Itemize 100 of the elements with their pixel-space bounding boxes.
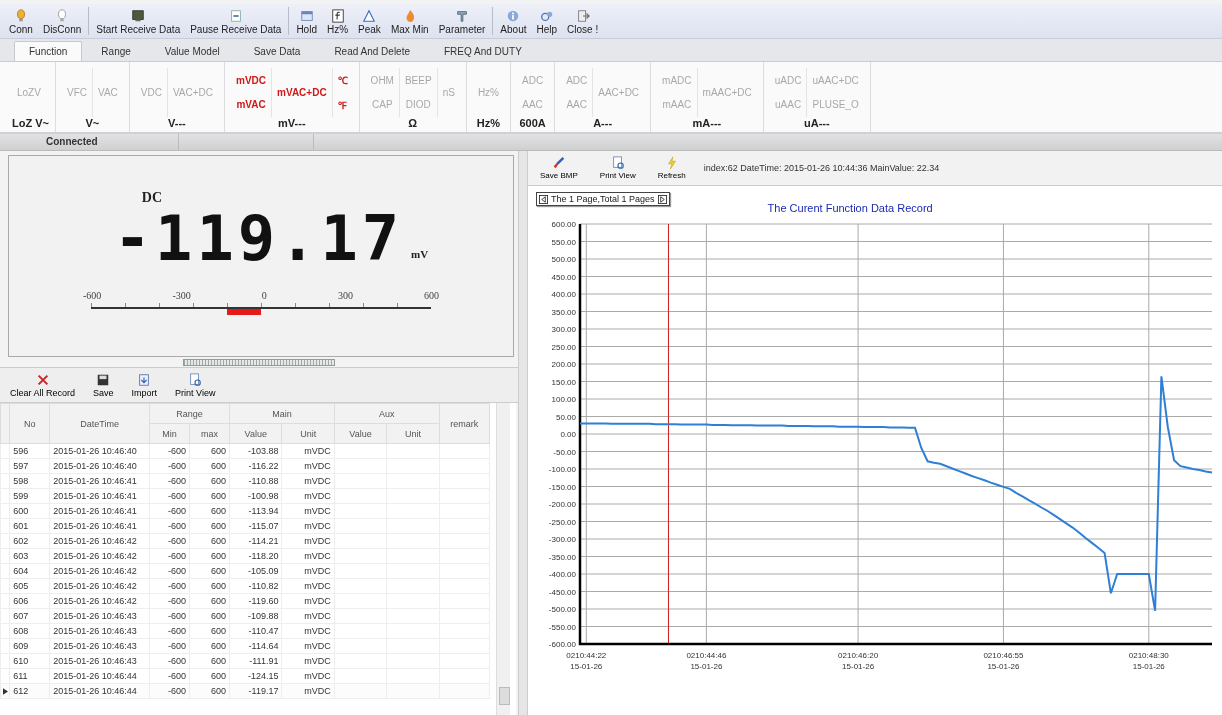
table-cell: 2015-01-26 10:46:43 [49,653,150,669]
column-header: Aux [334,403,440,424]
table-row[interactable]: 603 2015-01-26 10:46:42 -600 600 -118.20 mVDC [0,548,490,564]
table-cell: 605 [9,578,50,594]
table-row[interactable]: 609 2015-01-26 10:46:43 -600 600 -114.64 mVDC [0,638,490,654]
splitter-bar[interactable] [518,151,528,715]
table-row[interactable]: 611 2015-01-26 10:46:44 -600 600 -124.15 mVDC [0,668,490,684]
table-row[interactable]: 608 2015-01-26 10:46:43 -600 600 -110.47 mVDC [0,623,490,639]
table-row[interactable]: 597 2015-01-26 10:46:40 -600 600 -116.22 mVDC [0,458,490,474]
ribbon-tab[interactable]: Value Model [149,41,235,61]
toolbar-button[interactable]: Peak [353,4,386,38]
chart-toolbar-button[interactable]: Refresh [653,156,690,180]
vertical-scrollbar[interactable] [496,403,510,715]
y-tick-label: 300.00 [551,325,576,334]
toolbar-button[interactable]: Hold [291,4,322,38]
table-cell: -600 [149,548,190,564]
y-tick-label: -200.00 [548,500,576,509]
table-cell: 600 [189,548,230,564]
y-tick-label: -500.00 [548,605,576,614]
table-cell: mVDC [281,593,335,609]
next-page-icon[interactable] [657,194,667,204]
exit-icon [575,9,590,23]
group-label: LoZ V~ [12,117,49,129]
function-button[interactable]: ℉ [335,96,350,113]
ribbon-tab[interactable]: FREQ And DUTY [429,41,537,61]
function-button[interactable]: mVAC+DC [275,86,329,99]
table-row[interactable]: 599 2015-01-26 10:46:41 -600 600 -100.98 mVDC [0,488,490,504]
table-cell: mVDC [281,488,335,504]
toolbar-button[interactable]: Start Receive Data [91,4,186,38]
table-cell: 603 [9,548,50,564]
toolbar-button[interactable]: About [495,4,532,38]
y-tick-label: 550.00 [551,237,576,247]
table-cell: 2015-01-26 10:46:40 [49,443,150,459]
column-header: Main [229,403,335,424]
toolbar-button[interactable]: Close ! [562,4,604,38]
table-cell: 2015-01-26 10:46:43 [49,638,150,654]
monitor-icon [131,9,146,23]
table-cell: -600 [149,473,190,489]
table-row[interactable]: 598 2015-01-26 10:46:41 -600 600 -110.88 mVDC [0,473,490,489]
function-button[interactable]: ℃ [335,72,350,89]
toolbar-button[interactable]: Pause Receive Data [185,4,287,38]
toolbar-button[interactable]: Hz% [321,4,354,38]
table-cell: -103.88 [229,443,282,459]
table-cell: 600 [189,593,230,609]
toolbar-button[interactable]: Help [531,4,563,38]
chart-toolbar-button[interactable]: Print View [595,156,640,180]
splitter-handle[interactable] [183,359,335,366]
table-cell: 600 [189,638,230,654]
ribbon-tab[interactable]: Function [14,41,83,61]
table-cell: -600 [149,578,190,594]
table-row[interactable]: 607 2015-01-26 10:46:43 -600 600 -109.88 mVDC [0,608,490,624]
ribbon-tab[interactable]: Range [86,41,146,61]
toolbar-button[interactable]: Conn [4,4,38,38]
ribbon-tab[interactable]: Read And Delete [319,41,425,61]
table-row[interactable]: 610 2015-01-26 10:46:43 -600 600 -111.91 mVDC [0,653,490,669]
ribbon-tab[interactable]: Save Data [238,41,316,61]
record-toolbar-button[interactable]: Print View [171,368,220,402]
table-cell: 606 [9,593,50,609]
y-tick-label: 200.00 [551,360,576,369]
y-tick-label: 500.00 [551,255,576,264]
table-cell: 600 [189,533,230,549]
group-label: uA--- [802,117,831,129]
table-cell: 600 [189,608,230,624]
document-icon [228,9,243,23]
table-row[interactable]: 604 2015-01-26 10:46:42 -600 600 -105.09 mVDC [0,563,490,579]
chart-toolbar-button[interactable]: Save BMP [536,156,582,180]
table-row[interactable]: 606 2015-01-26 10:46:42 -600 600 -119.60 mVDC [0,593,490,609]
table-cell: mVDC [281,623,335,639]
group-label: V~ [84,117,101,129]
table-cell: 600 [189,458,230,474]
table-cell: -114.21 [229,533,282,549]
table-row[interactable]: 600 2015-01-26 10:46:41 -600 600 -113.94 mVDC [0,503,490,519]
toolbar-button[interactable]: DisConn [37,4,87,38]
delete-icon [35,372,50,387]
table-cell: mVDC [281,638,335,654]
table-cell: 600 [189,518,230,534]
table-cell: 611 [9,668,50,684]
toolbar-button[interactable]: Max Min [385,4,434,38]
triangle-icon [362,9,377,23]
table-cell: 602 [9,533,50,549]
table-row[interactable]: 612 2015-01-26 10:46:44 -600 600 -119.17 mVDC [0,683,490,699]
table-row[interactable]: 601 2015-01-26 10:46:41 -600 600 -115.07 mVDC [0,518,490,534]
group-label: A--- [592,117,614,129]
reading-bar [227,309,261,315]
previous-page-icon[interactable] [539,194,548,204]
x-tick-label: 0210:46:55 15-01-26 [983,651,1024,671]
table-row[interactable]: 596 2015-01-26 10:46:40 -600 600 -103.88 mVDC [0,443,490,459]
table-row[interactable]: 605 2015-01-26 10:46:42 -600 600 -110.82 mVDC [0,578,490,594]
table-cell: -118.20 [229,548,282,564]
record-toolbar-button[interactable]: Import [127,368,162,402]
function-button[interactable]: mVDC [234,73,269,87]
record-toolbar-button[interactable]: Clear All Record [6,368,80,402]
group-label: V--- [167,117,187,129]
record-toolbar-button[interactable]: Save [89,368,118,402]
table-cell: 600 [189,443,230,459]
group-label: mA--- [691,117,723,129]
table-row[interactable]: 602 2015-01-26 10:46:42 -600 600 -114.21 mVDC [0,533,490,549]
toolbar-button[interactable]: Parameter [433,4,491,38]
function-button[interactable]: mVAC [234,98,269,112]
table-cell: 2015-01-26 10:46:42 [49,533,150,549]
